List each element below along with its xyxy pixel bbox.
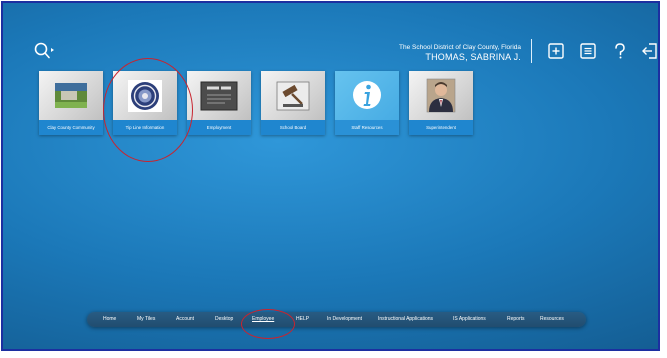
tile-label: Superintendent bbox=[409, 120, 473, 135]
portal-frame: The School District of Clay County, Flor… bbox=[1, 1, 660, 351]
tile-label: Employment bbox=[187, 120, 251, 135]
nav-item-help[interactable]: HELP bbox=[296, 312, 309, 327]
header-divider bbox=[531, 39, 532, 63]
header-user-block: The School District of Clay County, Flor… bbox=[399, 43, 521, 63]
bottom-nav-bar: Home My Tiles Account Desktop Employee H… bbox=[87, 312, 586, 327]
nav-item-my-tiles[interactable]: My Tiles bbox=[137, 312, 155, 327]
nav-item-account[interactable]: Account bbox=[176, 312, 194, 327]
nav-item-reports[interactable]: Reports bbox=[507, 312, 525, 327]
help-icon[interactable] bbox=[610, 41, 630, 61]
gavel-icon bbox=[276, 81, 310, 111]
tile-superintendent[interactable]: Superintendent bbox=[409, 71, 473, 135]
list-icon[interactable] bbox=[578, 41, 598, 61]
tile-label: School Board bbox=[261, 120, 325, 135]
sign-out-icon[interactable] bbox=[640, 41, 660, 61]
nav-item-instructional-applications[interactable]: Instructional Applications bbox=[378, 312, 433, 327]
tile-staff-resources[interactable]: Staff Resources bbox=[335, 71, 399, 135]
nav-item-desktop[interactable]: Desktop bbox=[215, 312, 233, 327]
nav-item-resources[interactable]: Resources bbox=[540, 312, 564, 327]
org-name: The School District of Clay County, Flor… bbox=[399, 44, 521, 51]
jobs-image bbox=[200, 81, 238, 111]
info-icon bbox=[353, 81, 381, 109]
tile-school-board[interactable]: School Board bbox=[261, 71, 325, 135]
nav-item-in-development[interactable]: In Development bbox=[327, 312, 362, 327]
nav-item-home[interactable]: Home bbox=[103, 312, 116, 327]
portrait-image bbox=[426, 78, 456, 113]
tile-label: Clay County Community bbox=[39, 120, 103, 135]
nav-item-employee[interactable]: Employee bbox=[252, 312, 274, 327]
seal-icon bbox=[128, 80, 162, 112]
user-name: THOMAS, SABRINA J. bbox=[425, 52, 521, 62]
tile-tip-line-information[interactable]: Tip Line Information bbox=[113, 71, 177, 135]
tile-employment[interactable]: Employment bbox=[187, 71, 251, 135]
tile-label: Staff Resources bbox=[335, 120, 399, 135]
add-tile-icon[interactable] bbox=[546, 41, 566, 61]
tile-clay-county-community[interactable]: Clay County Community bbox=[39, 71, 103, 135]
nav-item-is-applications[interactable]: IS Applications bbox=[453, 312, 486, 327]
search-icon[interactable] bbox=[33, 41, 55, 61]
tile-label: Tip Line Information bbox=[113, 120, 177, 135]
community-image bbox=[55, 83, 87, 108]
